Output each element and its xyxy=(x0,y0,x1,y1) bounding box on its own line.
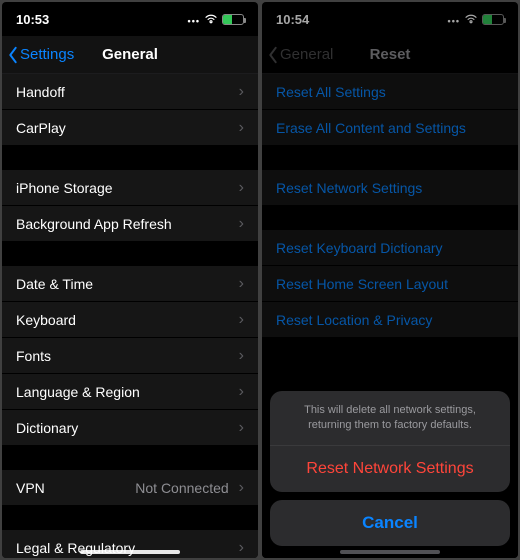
chevron-right-icon: › xyxy=(239,119,244,137)
chevron-right-icon: › xyxy=(239,275,244,293)
chevron-right-icon: › xyxy=(239,311,244,329)
action-sheet: This will delete all network settings, r… xyxy=(270,391,510,546)
row-label: CarPlay xyxy=(16,120,66,136)
status-indicators xyxy=(188,12,244,27)
chevron-left-icon xyxy=(6,46,20,64)
settings-row[interactable]: iPhone Storage › xyxy=(2,170,258,206)
screenshot-reset-settings: 10:54 General Reset Reset All SettingsEr… xyxy=(262,2,518,558)
action-sheet-card: This will delete all network settings, r… xyxy=(270,391,510,492)
home-indicator[interactable] xyxy=(80,550,180,554)
chevron-right-icon: › xyxy=(239,215,244,233)
row-label: Date & Time xyxy=(16,276,93,292)
settings-row[interactable]: Fonts › xyxy=(2,338,258,374)
back-label: Settings xyxy=(20,46,74,63)
chevron-right-icon: › xyxy=(239,347,244,365)
home-indicator[interactable] xyxy=(340,550,440,554)
chevron-right-icon: › xyxy=(239,179,244,197)
row-label: Dictionary xyxy=(16,420,78,436)
row-detail: Not Connected xyxy=(135,480,228,496)
back-button[interactable]: Settings xyxy=(6,46,74,64)
status-time: 10:53 xyxy=(16,12,49,27)
settings-row[interactable]: Background App Refresh › xyxy=(2,206,258,242)
settings-row[interactable]: Language & Region › xyxy=(2,374,258,410)
action-sheet-message: This will delete all network settings, r… xyxy=(270,391,510,446)
settings-row[interactable]: Handoff › xyxy=(2,74,258,110)
settings-row[interactable]: VPN Not Connected › xyxy=(2,470,258,506)
row-label: VPN xyxy=(16,480,45,496)
wifi-icon xyxy=(204,14,218,24)
row-label: Keyboard xyxy=(16,312,76,328)
row-label: Language & Region xyxy=(16,384,140,400)
battery-icon xyxy=(222,14,244,25)
settings-list[interactable]: Handoff›CarPlay›iPhone Storage›Backgroun… xyxy=(2,74,258,558)
reset-network-settings-button[interactable]: Reset Network Settings xyxy=(270,446,510,492)
row-label: Handoff xyxy=(16,84,65,100)
nav-bar: Settings General xyxy=(2,36,258,74)
cellular-icon xyxy=(188,12,200,27)
row-label: Fonts xyxy=(16,348,51,364)
cancel-button[interactable]: Cancel xyxy=(270,500,510,546)
chevron-right-icon: › xyxy=(239,83,244,101)
chevron-right-icon: › xyxy=(239,419,244,437)
chevron-right-icon: › xyxy=(239,539,244,557)
settings-row[interactable]: CarPlay › xyxy=(2,110,258,146)
row-label: iPhone Storage xyxy=(16,180,113,196)
chevron-right-icon: › xyxy=(239,479,244,497)
status-bar: 10:53 xyxy=(2,2,258,36)
screenshot-general-settings: 10:53 Settings General Handoff›CarPlay›i… xyxy=(2,2,258,558)
chevron-right-icon: › xyxy=(239,383,244,401)
page-title: General xyxy=(102,46,158,63)
settings-row[interactable]: Keyboard › xyxy=(2,302,258,338)
settings-row[interactable]: Dictionary › xyxy=(2,410,258,446)
settings-row[interactable]: Date & Time › xyxy=(2,266,258,302)
row-label: Background App Refresh xyxy=(16,216,172,232)
